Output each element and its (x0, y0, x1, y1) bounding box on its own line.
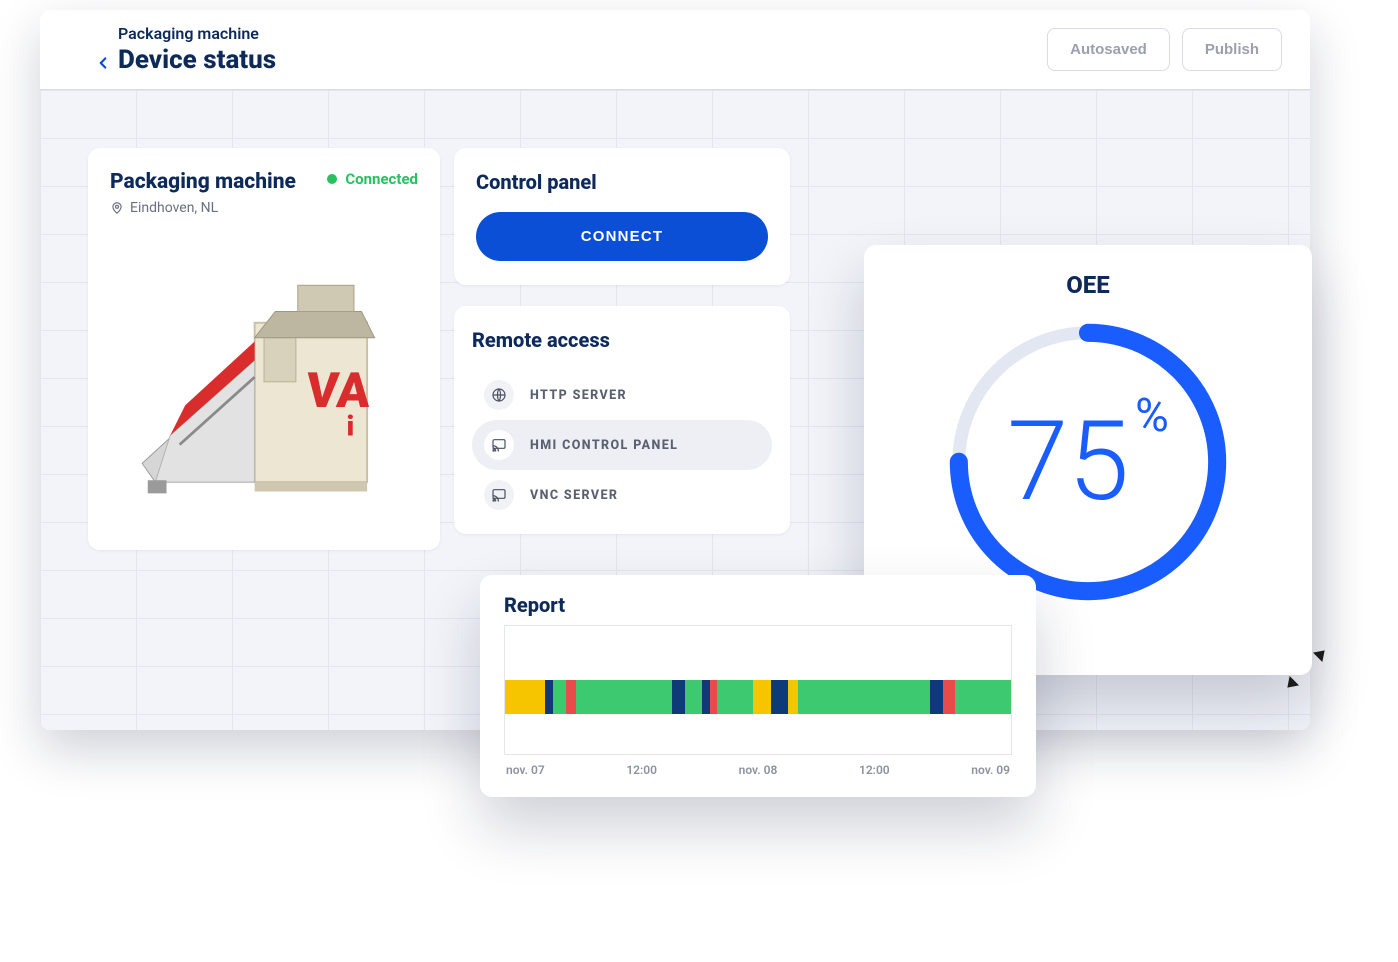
cast-icon (484, 430, 514, 460)
report-title: Report (504, 593, 1012, 617)
timeline-segment (702, 680, 710, 714)
report-timeline (504, 625, 1012, 755)
cast-icon (484, 480, 514, 510)
connect-button[interactable]: CONNECT (476, 212, 768, 261)
tick-label: nov. 07 (506, 763, 545, 777)
tick-label: 12:00 (626, 763, 657, 777)
device-location: Eindhoven, NL (110, 200, 296, 216)
device-location-text: Eindhoven, NL (130, 200, 218, 216)
oee-title: OEE (1066, 271, 1110, 299)
oee-unit: % (1135, 393, 1169, 439)
page-title: Device status (118, 45, 276, 75)
layout-canvas[interactable]: Packaging machine Eindhoven, NL Connecte… (40, 90, 1310, 730)
svg-text:i: i (347, 409, 355, 442)
remote-item-label: HTTP SERVER (530, 388, 627, 403)
remote-access-card[interactable]: Remote access HTTP SERVER HMI CONTROL PA… (454, 306, 790, 534)
timeline-segment (576, 680, 672, 714)
timeline-ticks: nov. 07 12:00 nov. 08 12:00 nov. 09 (504, 763, 1012, 777)
remote-item-label: VNC SERVER (530, 488, 618, 503)
timeline-segment (685, 680, 703, 714)
title-block: Packaging machine Device status (118, 24, 276, 75)
timeline-segment (710, 680, 718, 714)
control-panel-title: Control panel (476, 170, 768, 194)
resize-handle-icon[interactable] (1278, 641, 1334, 697)
oee-gauge: 75 % (933, 307, 1243, 617)
page-header: Packaging machine Device status Autosave… (40, 10, 1310, 90)
timeline-segment (545, 680, 553, 714)
location-pin-icon (110, 201, 124, 215)
device-status-label: Connected (345, 170, 418, 188)
timeline-segment (553, 680, 566, 714)
timeline-segment (505, 680, 545, 714)
timeline-segment (717, 680, 752, 714)
header-actions: Autosaved Publish (1047, 28, 1282, 71)
status-dot-icon (327, 174, 337, 184)
svg-text:VA: VA (304, 362, 373, 419)
timeline-segment (672, 680, 685, 714)
device-status: Connected (327, 170, 418, 188)
timeline-segment (753, 680, 771, 714)
tick-label: nov. 08 (739, 763, 778, 777)
device-image: VA i (110, 234, 418, 524)
breadcrumb: Packaging machine (118, 24, 276, 43)
timeline-bar (505, 680, 1011, 714)
back-chevron-icon[interactable] (94, 54, 112, 72)
timeline-segment (566, 680, 576, 714)
timeline-segment (955, 680, 1011, 714)
remote-access-title: Remote access (472, 328, 772, 352)
autosaved-button[interactable]: Autosaved (1047, 28, 1170, 71)
timeline-segment (788, 680, 798, 714)
globe-icon (484, 380, 514, 410)
tick-label: nov. 09 (971, 763, 1010, 777)
tick-label: 12:00 (859, 763, 890, 777)
oee-value: 75 (1007, 407, 1129, 517)
timeline-segment (771, 680, 789, 714)
device-card[interactable]: Packaging machine Eindhoven, NL Connecte… (88, 148, 440, 550)
remote-item-label: HMI CONTROL PANEL (530, 438, 678, 453)
publish-button[interactable]: Publish (1182, 28, 1282, 71)
remote-item-http[interactable]: HTTP SERVER (472, 370, 772, 420)
timeline-segment (930, 680, 943, 714)
report-card[interactable]: Report nov. 07 12:00 nov. 08 12:00 nov. … (480, 575, 1036, 797)
remote-item-hmi[interactable]: HMI CONTROL PANEL (472, 420, 772, 470)
timeline-segment (798, 680, 930, 714)
control-panel-card[interactable]: Control panel CONNECT (454, 148, 790, 285)
remote-item-vnc[interactable]: VNC SERVER (472, 470, 772, 520)
app-window: Packaging machine Device status Autosave… (40, 10, 1310, 730)
device-name: Packaging machine (110, 170, 296, 194)
timeline-segment (943, 680, 956, 714)
